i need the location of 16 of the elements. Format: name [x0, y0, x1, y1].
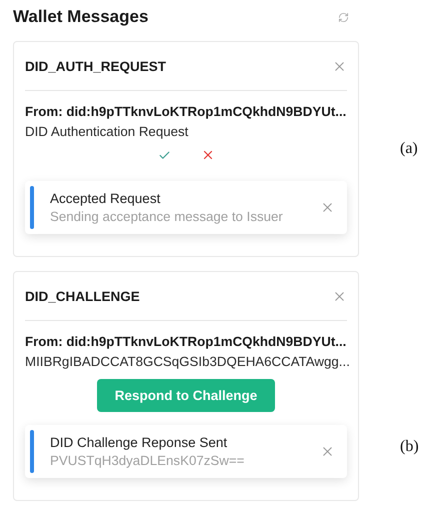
sender-text: From: did:h9pTTknvLoKTRop1mCQkhdN9BDYUt...	[25, 104, 347, 119]
notification-title: Accepted Request	[50, 191, 162, 206]
notification-title: DID Challenge Reponse Sent	[50, 435, 228, 450]
check-icon[interactable]	[158, 148, 170, 162]
message-type: DID_AUTH_REQUEST	[25, 58, 166, 74]
refresh-icon[interactable]	[338, 12, 349, 22]
notification-text: Sending acceptance message to Issuer	[50, 209, 284, 224]
message-type: DID_CHALLENGE	[25, 288, 140, 304]
notification-text: PVUSTqH3dyaDLEnsK07zSw==	[50, 453, 246, 468]
figure-label: (a)	[400, 140, 418, 158]
sender-text: From: did:h9pTTknvLoKTRop1mCQkhdN9BDYUt...	[25, 334, 347, 349]
message-body: MIIBRgIBADCCAT8GCSqGSIb3DQEHA6CCATAwgg...	[25, 354, 347, 369]
message-body: DID Authentication Request	[25, 124, 190, 139]
page-title: Wallet Messages	[13, 7, 148, 27]
figure-label: (b)	[400, 438, 419, 456]
respond-button[interactable]: Respond to Challenge	[96, 379, 276, 412]
